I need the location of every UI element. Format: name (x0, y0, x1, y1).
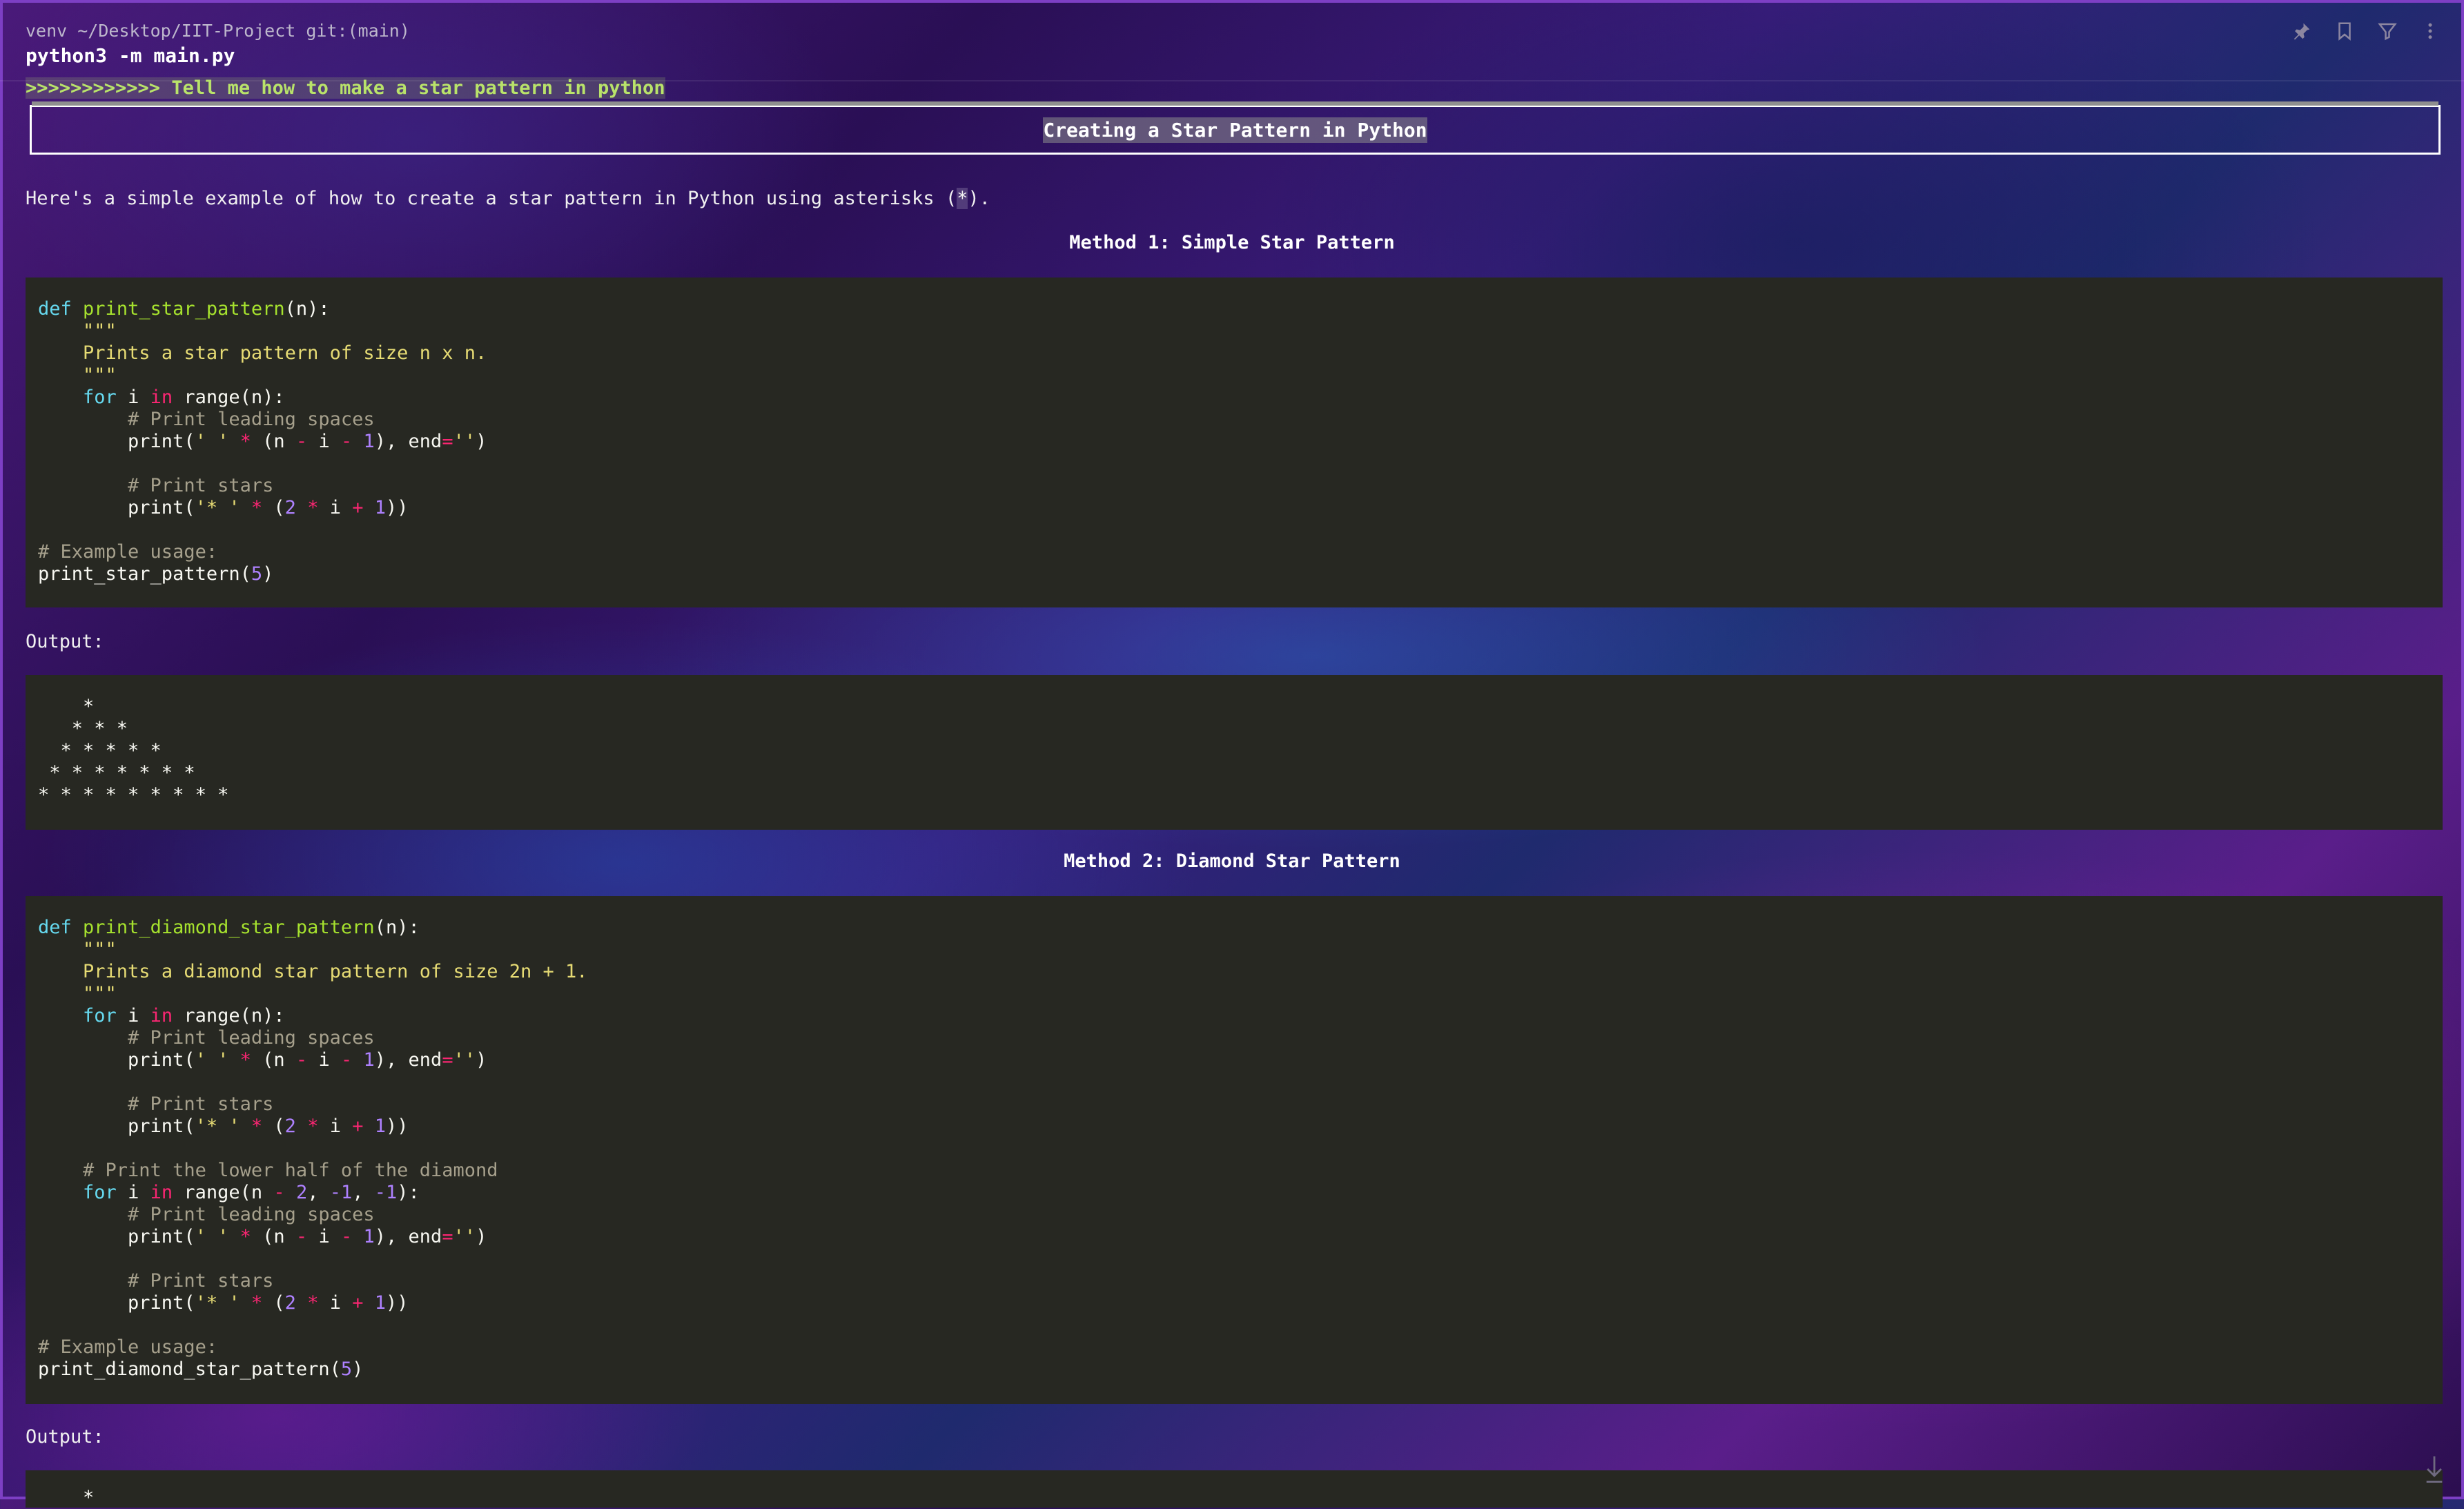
method-2-heading: Method 2: Diamond Star Pattern (1064, 850, 1400, 872)
inline-code: * (957, 188, 968, 209)
prompt-text: Tell me how to make a star pattern in py… (160, 77, 665, 99)
intro-paragraph: Here's a simple example of how to create… (26, 188, 990, 209)
output-label-2: Output: (26, 1426, 104, 1448)
toolbar (2291, 21, 2441, 41)
output-block-1[interactable]: * * * * * * * * * * * * * * * * * * * * … (26, 675, 2443, 830)
response-title-box: Creating a Star Pattern in Python (30, 101, 2441, 155)
output-block-2[interactable]: * (26, 1470, 2443, 1508)
filter-icon[interactable] (2377, 21, 2398, 41)
output-label-1: Output: (26, 631, 104, 652)
bookmark-icon[interactable] (2334, 21, 2355, 41)
user-prompt[interactable]: >>>>>>>>>>>> Tell me how to make a star … (26, 77, 665, 99)
pin-icon[interactable] (2291, 21, 2312, 41)
method-1-heading: Method 1: Simple Star Pattern (1069, 232, 1395, 253)
response-title: Creating a Star Pattern in Python (1043, 117, 1427, 143)
prompt-arrows: >>>>>>>>>>>> (26, 77, 161, 99)
more-vertical-icon[interactable] (2420, 21, 2441, 41)
working-directory: venv ~/Desktop/IIT-Project git:(main) (26, 21, 410, 41)
code-block-method-1[interactable]: def print_star_pattern(n): """ Prints a … (26, 278, 2443, 607)
command-line: python3 -m main.py (26, 44, 235, 67)
code-block-method-2[interactable]: def print_diamond_star_pattern(n): """ P… (26, 896, 2443, 1404)
scroll-to-bottom-icon[interactable] (2423, 1454, 2446, 1487)
